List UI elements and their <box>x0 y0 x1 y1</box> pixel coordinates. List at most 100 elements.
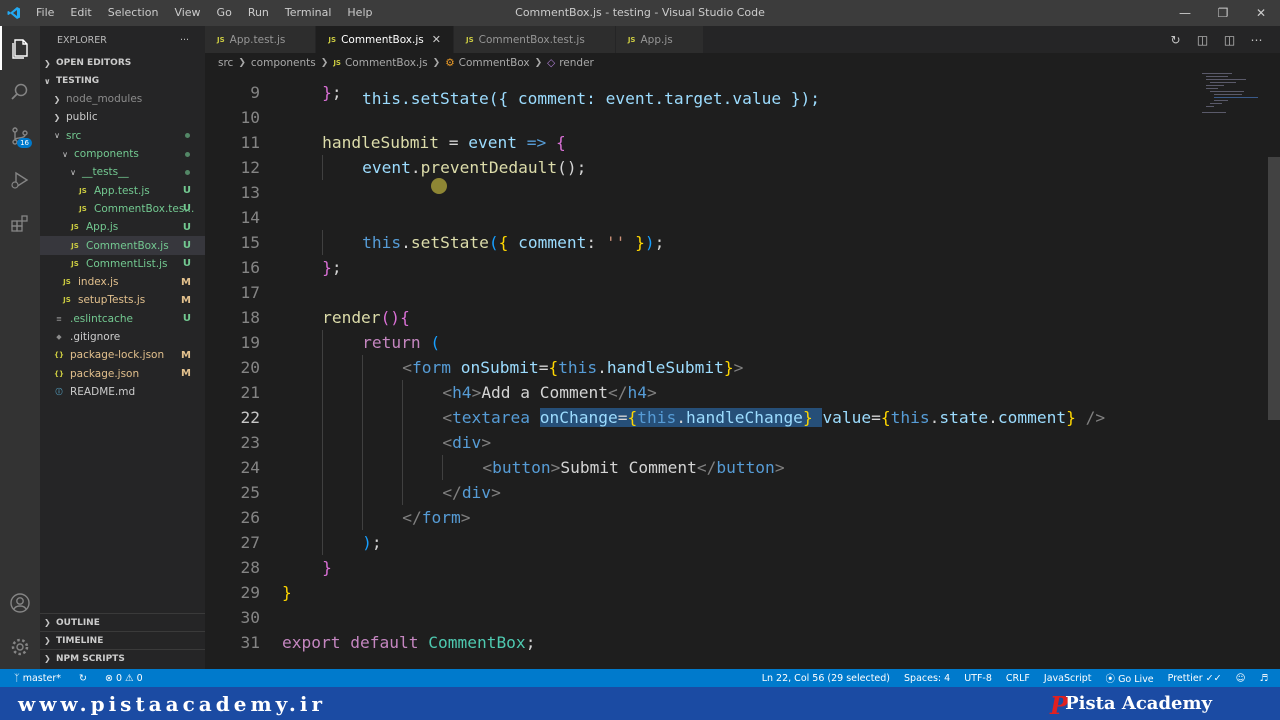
tree-item[interactable]: JS App.test.js U <box>40 181 205 199</box>
minimize-icon[interactable]: — <box>1166 0 1204 26</box>
tree-item[interactable]: ❯ public <box>40 108 205 126</box>
menu-terminal[interactable]: Terminal <box>277 0 340 26</box>
line-number: 18 <box>240 308 261 327</box>
tree-item[interactable]: ❯ node_modules <box>40 90 205 108</box>
prettier-status[interactable]: Prettier ✓✓ <box>1168 673 1222 684</box>
branch-status[interactable]: ᛉ master* <box>14 673 61 684</box>
tree-item[interactable]: ◆ .gitignore <box>40 328 205 346</box>
settings-gear-icon[interactable] <box>0 625 40 669</box>
run-debug-icon[interactable] <box>0 158 40 202</box>
tree-item[interactable]: ≡ .eslintcache U <box>40 310 205 328</box>
git-status-badge: U <box>182 240 191 252</box>
json-file-icon: {} <box>54 351 64 360</box>
menu-go[interactable]: Go <box>209 0 240 26</box>
tree-item[interactable]: JS CommentBox.tes... U <box>40 200 205 218</box>
menu-selection[interactable]: Selection <box>100 0 167 26</box>
class-symbol-icon: ⚙ <box>445 57 455 69</box>
breadcrumb-item-src[interactable]: src <box>218 57 233 69</box>
line-number: 13 <box>240 183 261 202</box>
code-line: 17 <box>205 280 1265 305</box>
tree-item[interactable]: ∨ src <box>40 127 205 145</box>
menu-file[interactable]: File <box>28 0 62 26</box>
git-status-badge: U <box>182 221 191 233</box>
git-status-badge: U <box>182 185 191 197</box>
tree-item[interactable]: JS CommentBox.js U <box>40 236 205 255</box>
code-editor[interactable]: this.setState({ comment: event.target.va… <box>205 73 1265 669</box>
editor-tab[interactable]: JS App.test.js <box>205 26 317 53</box>
feedback-icon[interactable]: ☺ <box>1236 673 1246 684</box>
extensions-icon[interactable] <box>0 202 40 246</box>
tree-item[interactable]: ∨ components <box>40 145 205 163</box>
line-number: 24 <box>240 458 261 477</box>
tree-item[interactable]: ∨ __tests__ <box>40 163 205 181</box>
tree-item[interactable]: {} package-lock.json M <box>40 346 205 364</box>
eol-status[interactable]: CRLF <box>1006 673 1030 684</box>
indent-guide <box>402 430 404 455</box>
notifications-bell-icon[interactable]: ♬ <box>1259 673 1268 684</box>
menu-view[interactable]: View <box>166 0 208 26</box>
go-live-preview-icon[interactable]: ◫ <box>1189 33 1216 47</box>
code-line: 27); <box>205 530 1265 555</box>
git-status-badge: M <box>181 276 191 288</box>
menu-edit[interactable]: Edit <box>62 0 99 26</box>
editor-tab[interactable]: JS CommentBox.test.js <box>453 26 616 53</box>
more-actions-icon[interactable]: ··· <box>180 35 189 46</box>
editor-tab[interactable]: JS CommentBox.js ✕ <box>316 26 454 53</box>
menu-run[interactable]: Run <box>240 0 277 26</box>
code-line: 24 <button>Submit Comment</button> <box>205 455 1265 480</box>
line-number: 16 <box>240 258 261 277</box>
code-line: 9}; <box>205 80 1265 105</box>
source-control-icon[interactable]: 16 <box>0 114 40 158</box>
menu-help[interactable]: Help <box>339 0 380 26</box>
breadcrumb-item-file[interactable]: CommentBox.js <box>345 57 428 69</box>
breadcrumb-item-method[interactable]: render <box>559 57 594 69</box>
language-mode[interactable]: JavaScript <box>1044 673 1092 684</box>
indent-guide <box>322 380 324 405</box>
explorer-icon[interactable] <box>0 26 40 70</box>
tree-item[interactable]: ⓘ README.md <box>40 383 205 401</box>
search-icon[interactable] <box>0 70 40 114</box>
indentation-status[interactable]: Spaces: 4 <box>904 673 950 684</box>
close-tab-icon[interactable]: ✕ <box>432 33 441 46</box>
account-icon[interactable] <box>0 581 40 625</box>
problems-status[interactable]: ⊗ 0 ⚠ 0 <box>105 673 143 684</box>
line-number: 19 <box>240 333 261 352</box>
indent-guide <box>322 405 324 430</box>
split-editor-icon[interactable]: ◫ <box>1216 33 1243 47</box>
tree-item[interactable]: JS CommentList.js U <box>40 255 205 273</box>
line-number: 31 <box>240 633 261 652</box>
sync-icon[interactable]: ↻ <box>79 673 87 684</box>
line-number: 11 <box>240 133 261 152</box>
section-npm-scripts[interactable]: ❯ NPM SCRIPTS <box>40 649 205 667</box>
code-line: 13 <box>205 180 1265 205</box>
tree-item-label: CommentBox.js <box>86 239 169 252</box>
close-window-icon[interactable]: ✕ <box>1242 0 1280 26</box>
go-live-button[interactable]: ⦿ Go Live <box>1106 671 1154 685</box>
js-file-icon: JS <box>79 204 87 213</box>
editor-tab[interactable]: JS App.js <box>615 26 704 53</box>
tab-label: CommentBox.js <box>341 33 424 46</box>
breadcrumb-item-components[interactable]: components <box>251 57 316 69</box>
tree-item[interactable]: {} package.json M <box>40 364 205 382</box>
cursor-position[interactable]: Ln 22, Col 56 (29 selected) <box>762 673 890 684</box>
line-number: 15 <box>240 233 261 252</box>
line-number: 22 <box>240 408 261 427</box>
line-number: 23 <box>240 433 261 452</box>
folder-section-testing[interactable]: ∨ TESTING <box>40 72 205 90</box>
source-control-badge: 16 <box>17 138 32 148</box>
tree-item[interactable]: JS setupTests.js M <box>40 291 205 309</box>
more-actions-icon[interactable]: ⋯ <box>1243 33 1270 47</box>
section-timeline[interactable]: ❯ TIMELINE <box>40 631 205 649</box>
code-line: 11 handleSubmit = event => { <box>205 130 1265 155</box>
tree-item[interactable]: JS App.js U <box>40 218 205 236</box>
minimap[interactable] <box>1200 73 1265 118</box>
open-changes-icon[interactable]: ↻ <box>1162 33 1189 47</box>
open-editors-section[interactable]: ❯ OPEN EDITORS <box>40 54 205 72</box>
restore-icon[interactable]: ❐ <box>1204 0 1242 26</box>
breadcrumb-item-class[interactable]: CommentBox <box>459 57 530 69</box>
section-outline[interactable]: ❯ OUTLINE <box>40 613 205 631</box>
encoding-status[interactable]: UTF-8 <box>964 673 992 684</box>
activity-bar: 16 <box>0 26 40 669</box>
vertical-scrollbar[interactable] <box>1268 157 1280 420</box>
tree-item[interactable]: JS index.js M <box>40 273 205 291</box>
